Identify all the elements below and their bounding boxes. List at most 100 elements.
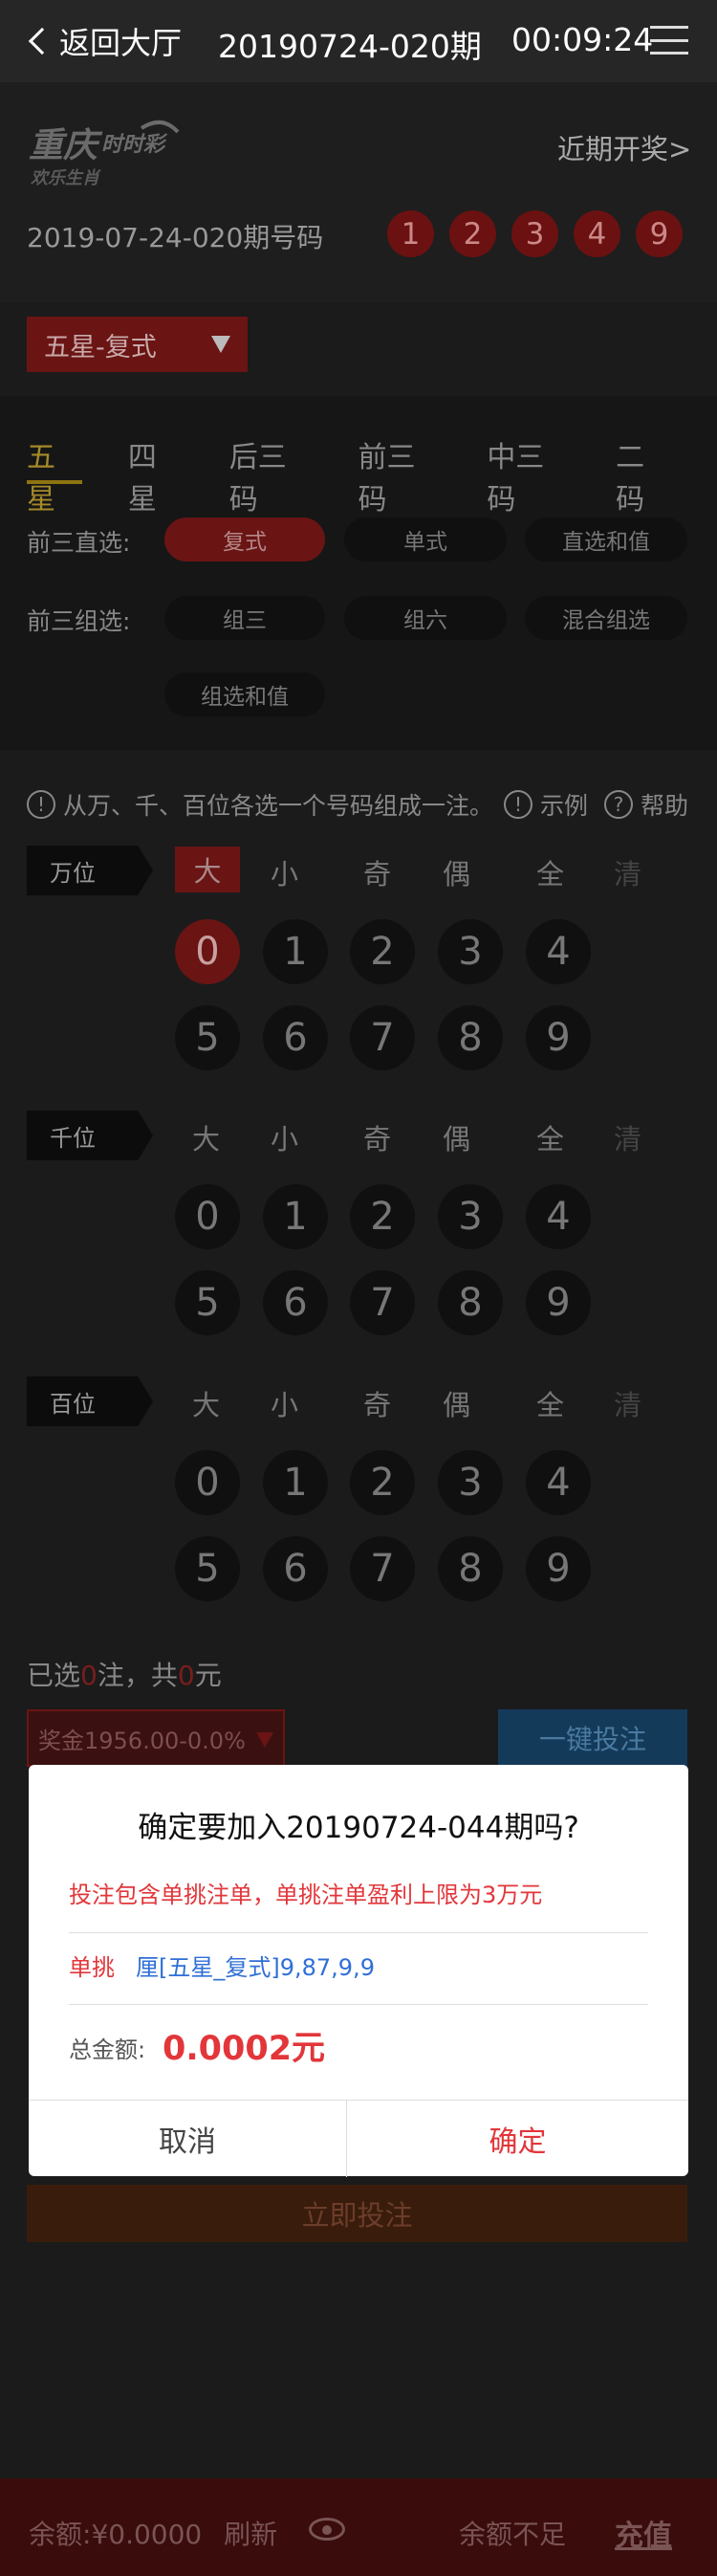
number-ball[interactable]: 5: [175, 1005, 240, 1070]
bonus-value: 奖金1956.00-0.0%: [38, 1727, 246, 1754]
tab-first-three[interactable]: 前三码: [358, 433, 442, 517]
top-bar: 返回大厅 20190724-020期 00:09:24: [0, 0, 717, 82]
number-ball[interactable]: 5: [175, 1270, 240, 1335]
number-ball[interactable]: 2: [350, 919, 415, 984]
number-ball[interactable]: 7: [350, 1536, 415, 1601]
draw-label: 2019-07-24-020期号码: [27, 222, 324, 253]
filter-even[interactable]: 偶: [443, 1117, 470, 1157]
bet-detail: 厘[五星_复式]9,87,9,9: [136, 1954, 375, 1981]
eye-icon[interactable]: [309, 2518, 345, 2541]
tab-two[interactable]: 二码: [616, 433, 671, 517]
cancel-button[interactable]: 取消: [29, 2101, 347, 2177]
number-ball[interactable]: 7: [350, 1270, 415, 1335]
number-ball[interactable]: 0: [175, 1450, 240, 1515]
balance-label: 余额:: [29, 2519, 92, 2550]
divider: [69, 1932, 648, 1933]
number-ball[interactable]: 6: [263, 1005, 328, 1070]
filter-small[interactable]: 小: [271, 1383, 298, 1423]
number-ball[interactable]: 6: [263, 1270, 328, 1335]
tab-last-three[interactable]: 后三码: [229, 433, 313, 517]
filter-even[interactable]: 偶: [443, 852, 470, 892]
number-ball[interactable]: 2: [350, 1184, 415, 1249]
filter-clear[interactable]: 清: [614, 1117, 641, 1157]
confirm-button[interactable]: 确定: [347, 2101, 688, 2177]
submit-bet-button[interactable]: 立即投注: [27, 2185, 687, 2242]
filter-all[interactable]: 全: [536, 1383, 564, 1423]
option-fushi[interactable]: 复式: [164, 517, 325, 561]
filter-all[interactable]: 全: [536, 1117, 564, 1157]
play-type-dropdown[interactable]: 五星-复式: [27, 317, 248, 372]
exclamation-icon: !: [504, 790, 532, 819]
option-group-three[interactable]: 组三: [164, 596, 325, 640]
ball: 9: [636, 210, 683, 257]
option-danshi[interactable]: 单式: [344, 517, 507, 561]
position-label-bai: 百位: [27, 1376, 153, 1426]
number-ball[interactable]: 3: [438, 919, 503, 984]
summary-prefix: 已选: [27, 1660, 81, 1691]
ball: 3: [511, 210, 558, 257]
filter-clear[interactable]: 清: [614, 852, 641, 892]
recharge-link[interactable]: 充值: [615, 2512, 672, 2554]
example-link[interactable]: ! 示例: [504, 787, 588, 822]
option-mixed-group[interactable]: 混合组选: [525, 596, 687, 640]
logo-accent: 时时彩: [101, 133, 168, 157]
filter-odd[interactable]: 奇: [363, 1383, 391, 1423]
play-type-value: 五星-复式: [44, 332, 157, 363]
filter-clear[interactable]: 清: [614, 1383, 641, 1423]
number-ball[interactable]: 2: [350, 1450, 415, 1515]
dialog-title: 确定要加入20190724-044期吗?: [138, 1811, 579, 1845]
number-ball[interactable]: 0: [175, 919, 240, 984]
logo-sub: 欢乐生肖: [31, 168, 101, 188]
help-link[interactable]: ? 帮助: [604, 787, 688, 822]
countdown-timer: 00:09:24: [511, 21, 654, 58]
number-ball[interactable]: 8: [438, 1005, 503, 1070]
number-ball[interactable]: 0: [175, 1184, 240, 1249]
filter-big[interactable]: 大: [192, 1117, 220, 1157]
chevron-left-icon: [28, 27, 56, 55]
number-ball[interactable]: 9: [526, 1005, 591, 1070]
filter-all[interactable]: 全: [536, 852, 564, 892]
number-ball[interactable]: 9: [526, 1536, 591, 1601]
number-ball[interactable]: 1: [263, 919, 328, 984]
number-ball[interactable]: 4: [526, 919, 591, 984]
number-ball[interactable]: 7: [350, 1005, 415, 1070]
total-value: 0.0002元: [163, 2030, 326, 2068]
recent-draws-link[interactable]: 近期开奖>: [557, 127, 691, 167]
refresh-button[interactable]: 刷新: [224, 2519, 277, 2550]
number-ball[interactable]: 1: [263, 1184, 328, 1249]
bonus-dropdown[interactable]: 奖金1956.00-0.0%: [27, 1709, 285, 1767]
page: 返回大厅 20190724-020期 00:09:24 重庆 时时彩 欢乐生肖 …: [0, 0, 717, 2576]
option-group-six[interactable]: 组六: [344, 596, 507, 640]
filter-small[interactable]: 小: [271, 1117, 298, 1157]
number-ball[interactable]: 5: [175, 1536, 240, 1601]
number-ball[interactable]: 8: [438, 1536, 503, 1601]
selection-summary: 已选0注，共0元: [27, 1655, 222, 1693]
number-ball[interactable]: 6: [263, 1536, 328, 1601]
number-ball[interactable]: 8: [438, 1270, 503, 1335]
option-direct-sum[interactable]: 直选和值: [525, 517, 687, 561]
tab-middle-three[interactable]: 中三码: [487, 433, 570, 517]
option-group-sum[interactable]: 组选和值: [164, 672, 325, 716]
tab-five-star[interactable]: 五星: [27, 433, 82, 517]
number-ball[interactable]: 1: [263, 1450, 328, 1515]
filter-even[interactable]: 偶: [443, 1383, 470, 1423]
back-button[interactable]: 返回大厅: [27, 19, 182, 63]
number-ball[interactable]: 4: [526, 1184, 591, 1249]
tab-four-star[interactable]: 四星: [128, 433, 184, 517]
filter-big[interactable]: 大: [192, 1383, 220, 1423]
summary-suffix: 元: [194, 1660, 222, 1691]
menu-icon[interactable]: [650, 26, 688, 55]
filter-odd[interactable]: 奇: [363, 852, 391, 892]
filter-odd[interactable]: 奇: [363, 1117, 391, 1157]
one-key-bet-button[interactable]: 一键投注: [498, 1709, 687, 1767]
balance-value: ¥0.0000: [91, 2519, 203, 2550]
number-ball[interactable]: 3: [438, 1450, 503, 1515]
caret-down-icon: [211, 336, 230, 353]
filter-small[interactable]: 小: [271, 852, 298, 892]
number-ball[interactable]: 4: [526, 1450, 591, 1515]
filter-big[interactable]: 大: [175, 847, 240, 892]
caret-down-icon: [256, 1732, 273, 1748]
number-ball[interactable]: 3: [438, 1184, 503, 1249]
number-ball[interactable]: 9: [526, 1270, 591, 1335]
active-tab-indicator: [27, 480, 82, 484]
